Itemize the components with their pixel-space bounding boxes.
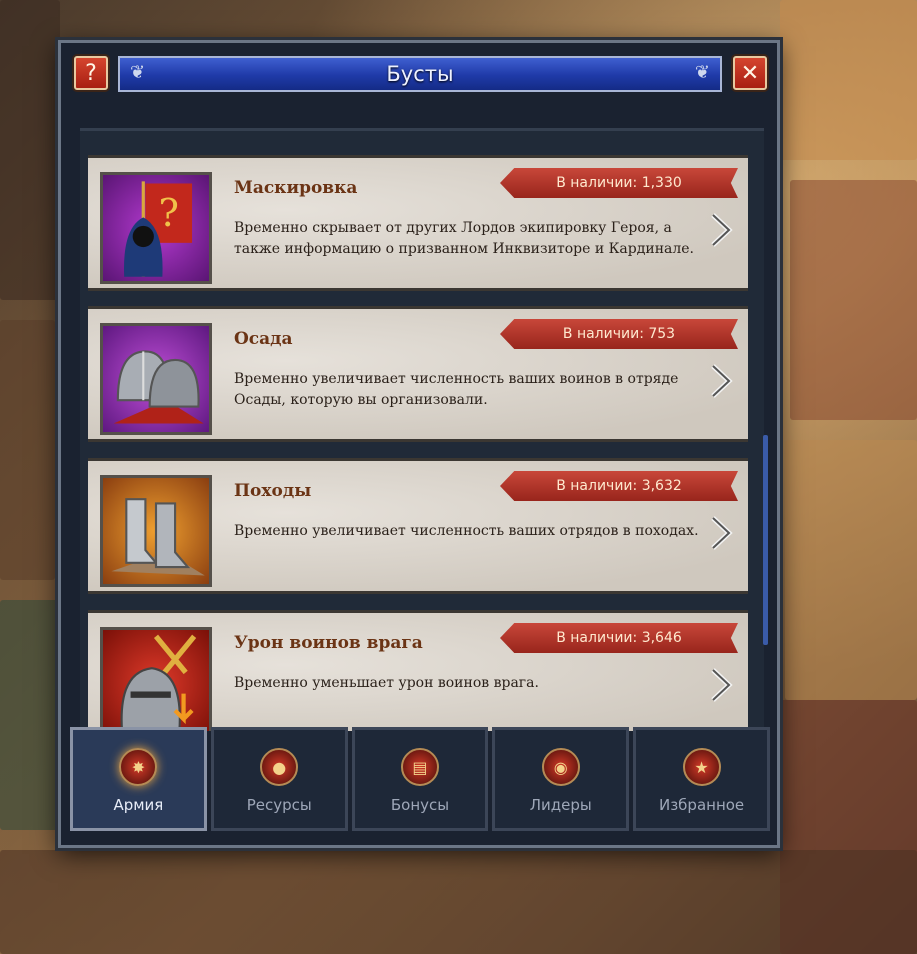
bonuses-icon: ▤ bbox=[400, 748, 439, 786]
availability-ribbon: В наличии: 3,632 bbox=[500, 471, 738, 501]
list-scrollbar[interactable] bbox=[763, 435, 768, 645]
title-bar: ❦ Бусты ❦ bbox=[118, 56, 722, 92]
boost-name: Осада bbox=[234, 329, 293, 349]
availability-ribbon: В наличии: 3,646 bbox=[500, 623, 738, 653]
boost-description: Временно увеличивает численность ваших в… bbox=[234, 371, 679, 408]
availability-ribbon: В наличии: 1,330 bbox=[500, 168, 738, 198]
tab-leaders[interactable]: ◉ Лидеры bbox=[492, 727, 630, 831]
hooded-figure-banner-icon: ? bbox=[100, 172, 212, 284]
army-icon: ✸ bbox=[119, 748, 158, 786]
knight-helmet-icon bbox=[100, 627, 212, 731]
leaders-icon: ◉ bbox=[541, 748, 580, 786]
tab-label: Бонусы bbox=[390, 796, 450, 814]
window-title: Бусты bbox=[386, 62, 454, 86]
close-button[interactable]: ✕ bbox=[733, 56, 767, 90]
chevron-right-icon[interactable] bbox=[708, 667, 734, 703]
tab-favorites[interactable]: ★ Избранное bbox=[633, 727, 770, 831]
boost-name: Маскировка bbox=[234, 178, 358, 198]
tab-resources[interactable]: ● Ресурсы bbox=[210, 727, 348, 831]
svg-text:?: ? bbox=[158, 191, 178, 235]
boost-list[interactable]: ? Маскировка В наличии: 1,330 Временно с… bbox=[80, 128, 764, 731]
boost-description: Временно увеличивает численность ваших о… bbox=[234, 523, 699, 539]
tab-label: Ресурсы bbox=[246, 796, 312, 814]
boost-description: Временно уменьшает урон воинов врага. bbox=[234, 675, 539, 691]
tab-army[interactable]: ✸ Армия bbox=[70, 727, 207, 831]
boost-card-marches[interactable]: Походы В наличии: 3,632 Временно увеличи… bbox=[88, 458, 748, 594]
close-icon: ✕ bbox=[740, 60, 760, 86]
resources-icon: ● bbox=[260, 748, 299, 786]
chevron-right-icon[interactable] bbox=[708, 212, 734, 248]
chevron-right-icon[interactable] bbox=[708, 363, 734, 399]
boost-name: Походы bbox=[234, 481, 312, 501]
help-button[interactable]: ? bbox=[74, 56, 108, 90]
chevron-right-icon[interactable] bbox=[708, 515, 734, 551]
boost-card-enemy-damage[interactable]: Урон воинов врага В наличии: 3,646 Време… bbox=[88, 610, 748, 731]
favorites-icon: ★ bbox=[682, 748, 721, 786]
flourish-left-icon: ❦ bbox=[130, 62, 146, 83]
tab-label: Армия bbox=[113, 796, 164, 814]
category-tabs: ✸ Армия ● Ресурсы ▤ Бонусы ◉ Лидеры ★ Из… bbox=[70, 727, 770, 831]
availability-ribbon: В наличии: 753 bbox=[500, 319, 738, 349]
boots-icon bbox=[100, 475, 212, 587]
tab-label: Избранное bbox=[658, 796, 745, 814]
tab-bonuses[interactable]: ▤ Бонусы bbox=[351, 727, 489, 831]
boost-name: Урон воинов врага bbox=[234, 633, 423, 653]
flourish-right-icon: ❦ bbox=[694, 62, 710, 83]
help-icon: ? bbox=[85, 60, 97, 86]
boost-card-siege[interactable]: Осада В наличии: 753 Временно увеличивае… bbox=[88, 306, 748, 442]
helmets-icon bbox=[100, 323, 212, 435]
boost-description: Временно скрывает от других Лордов экипи… bbox=[234, 220, 694, 257]
tab-label: Лидеры bbox=[529, 796, 592, 814]
boost-card-disguise[interactable]: ? Маскировка В наличии: 1,330 Временно с… bbox=[88, 155, 748, 291]
